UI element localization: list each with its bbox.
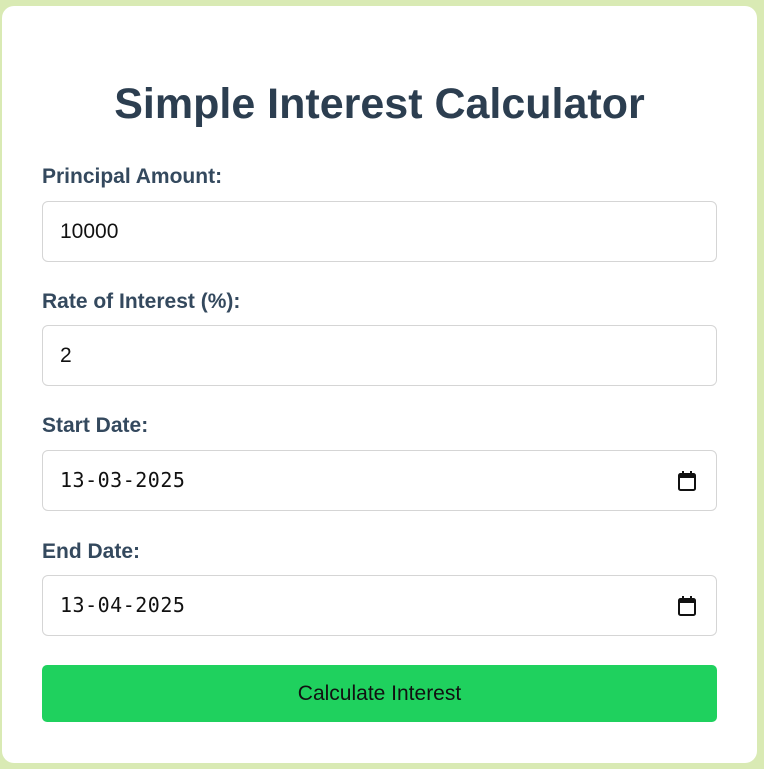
calendar-icon[interactable] <box>678 596 696 616</box>
end-date-value: 13-04-2025 <box>60 593 186 617</box>
principal-value: 10000 <box>60 220 119 243</box>
start-date-value: 13-03-2025 <box>60 468 186 492</box>
calculate-interest-button[interactable]: Calculate Interest <box>42 665 717 722</box>
principal-input[interactable]: 10000 <box>42 201 717 262</box>
page-title: Simple Interest Calculator <box>114 80 645 128</box>
start-date-label: Start Date: <box>42 414 149 437</box>
calculator-card: Simple Interest Calculator Principal Amo… <box>2 6 757 763</box>
calendar-icon[interactable] <box>678 471 696 491</box>
rate-input[interactable]: 2 <box>42 325 717 386</box>
end-date-label: End Date: <box>42 540 141 563</box>
rate-label: Rate of Interest (%): <box>42 290 241 313</box>
rate-value: 2 <box>60 344 72 367</box>
start-date-input[interactable]: 13-03-2025 <box>42 450 717 511</box>
end-date-input[interactable]: 13-04-2025 <box>42 575 717 636</box>
principal-label: Principal Amount: <box>42 165 223 188</box>
